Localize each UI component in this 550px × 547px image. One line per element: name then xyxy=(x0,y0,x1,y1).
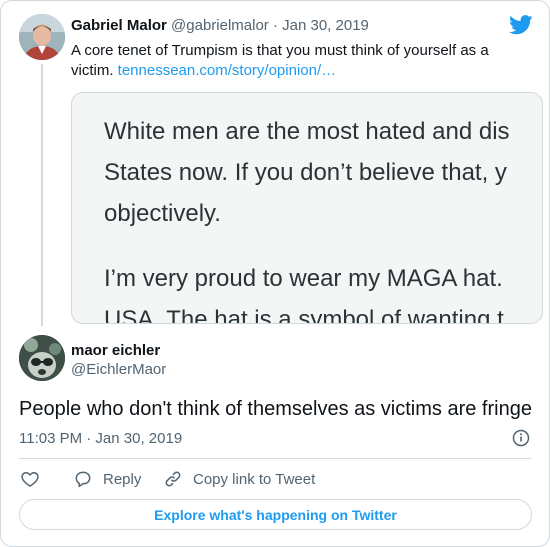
reply-button[interactable]: Reply xyxy=(73,467,141,491)
tweet-embed-card: Gabriel Malor @gabrielmalor · Jan 30, 20… xyxy=(0,0,550,547)
tweet-actions: Reply Copy link to Tweet xyxy=(1,467,549,491)
copy-link-button[interactable]: Copy link to Tweet xyxy=(163,467,315,491)
twitter-bird-icon[interactable] xyxy=(509,15,533,35)
action-divider xyxy=(19,458,531,459)
quote-line-5: USA. The hat is a symbol of wanting t xyxy=(104,306,504,324)
main-tweet-text: People who don't think of themselves as … xyxy=(19,398,532,420)
info-icon[interactable] xyxy=(512,429,530,447)
main-avatar[interactable] xyxy=(19,335,65,381)
parent-separator: · xyxy=(272,17,278,34)
quoted-image-text: White men are the most hated and dis Sta… xyxy=(104,111,542,324)
parent-tweet-text: A core tenet of Trumpism is that you mus… xyxy=(71,41,526,81)
quote-line-2: States now. If you don’t believe that, y xyxy=(104,159,507,186)
quote-line-1: White men are the most hated and dis xyxy=(104,118,510,145)
reply-label: Reply xyxy=(103,470,142,488)
parent-header: Gabriel Malor @gabrielmalor · Jan 30, 20… xyxy=(71,17,369,34)
quote-line-4: I’m very proud to wear my MAGA hat. xyxy=(104,265,503,292)
copy-link-label: Copy link to Tweet xyxy=(193,470,316,488)
main-author-name[interactable]: maor eichler xyxy=(71,342,160,359)
parent-tweet[interactable]: Gabriel Malor @gabrielmalor · Jan 30, 20… xyxy=(1,1,549,331)
thread-connector xyxy=(41,64,43,326)
explore-twitter-button[interactable]: Explore what's happening on Twitter xyxy=(19,499,532,530)
parent-author-name[interactable]: Gabriel Malor xyxy=(71,17,167,34)
quoted-text-image[interactable]: White men are the most hated and dis Sta… xyxy=(71,92,543,324)
main-author-handle[interactable]: @EichlerMaor xyxy=(71,361,166,378)
like-button[interactable] xyxy=(20,467,40,491)
heart-icon xyxy=(21,472,39,487)
parent-article-link[interactable]: tennessean.com/story/opinion/… xyxy=(118,62,336,79)
reply-icon xyxy=(75,471,91,488)
parent-author-handle[interactable]: @gabrielmalor xyxy=(171,17,269,34)
link-icon xyxy=(165,471,181,487)
main-tweet-timestamp[interactable]: 11:03 PM · Jan 30, 2019 xyxy=(19,430,182,447)
quote-paragraph-gap xyxy=(104,234,542,258)
parent-date[interactable]: Jan 30, 2019 xyxy=(282,17,369,34)
quote-line-3: objectively. xyxy=(104,200,221,227)
parent-avatar[interactable] xyxy=(19,14,65,60)
